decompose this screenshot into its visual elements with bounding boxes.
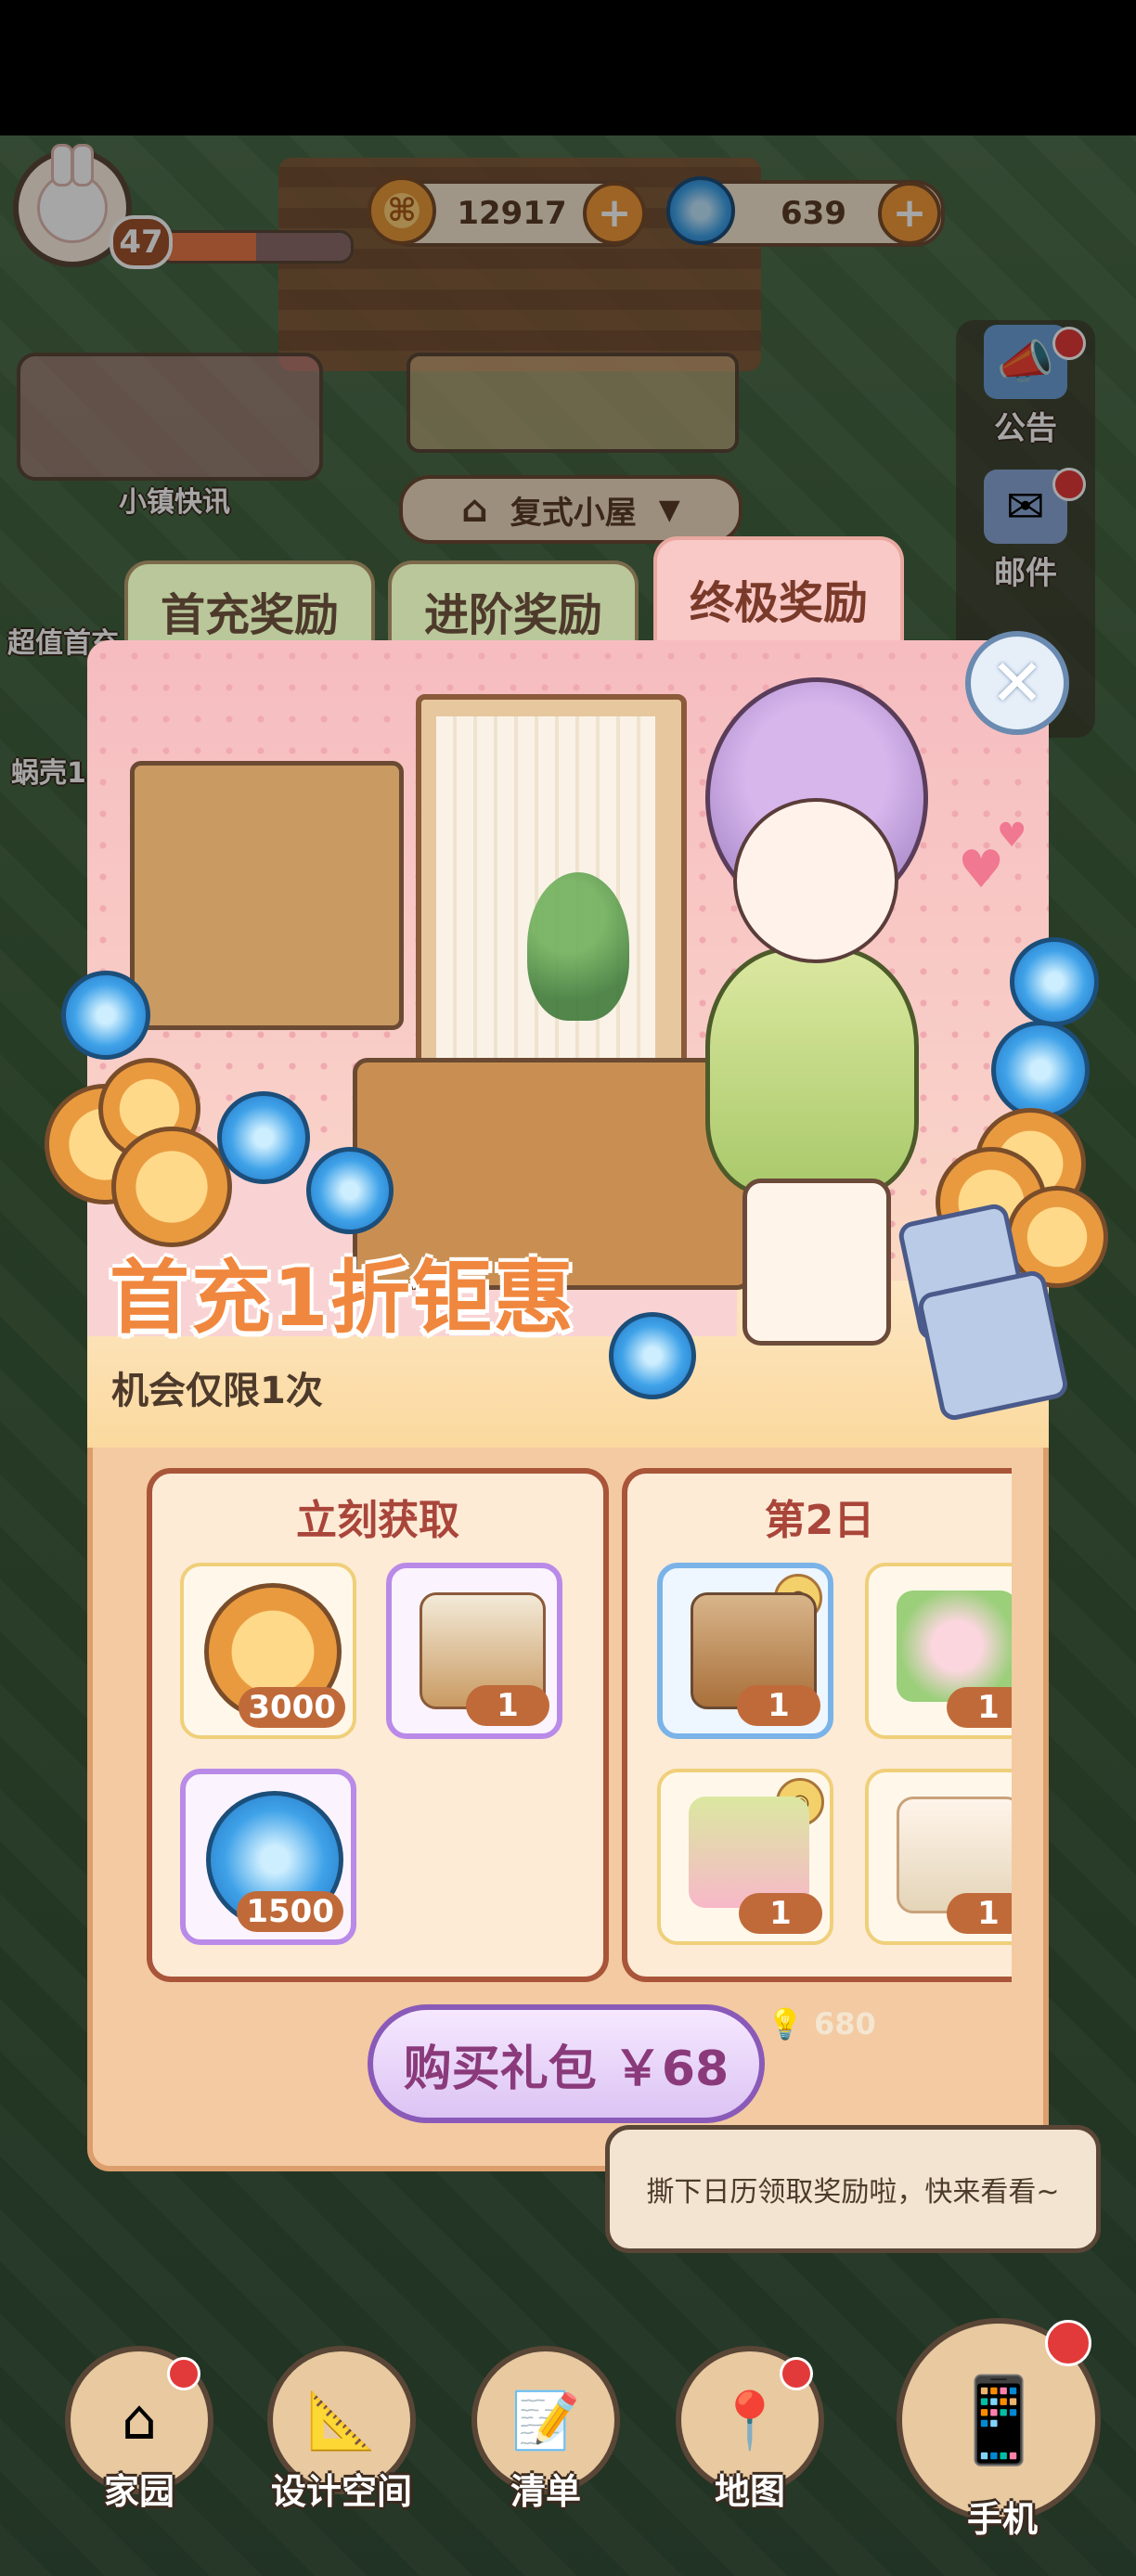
design-icon: 📐 (306, 2388, 377, 2454)
reward-item-coins[interactable]: 3000 (180, 1563, 356, 1739)
phone-icon: 📱 (946, 2371, 1052, 2469)
gem-decoration-icon (61, 971, 150, 1060)
status-bar (0, 0, 1136, 135)
close-button[interactable]: ✕ (965, 631, 1069, 735)
bonus-amount: 680 (813, 2006, 876, 2041)
reward-item-boots[interactable]: 1 (865, 1769, 1012, 1945)
item-count: 3000 (239, 1687, 345, 1728)
nav-map-label: 地图 (714, 2471, 785, 2512)
coin-decoration-icon (111, 1127, 232, 1247)
bonus-points: 💡 680 (767, 2006, 876, 2041)
nav-home-label: 家园 (103, 2471, 174, 2512)
character-dress (705, 947, 919, 1197)
gem-decoration-icon (306, 1147, 394, 1234)
character-face (733, 798, 898, 963)
flower-ornament-icon (897, 1591, 1012, 1702)
tab-ultimate[interactable]: 终极奖励 (653, 536, 904, 657)
promo-subtitle: 机会仅限1次 (111, 1370, 323, 1412)
item-count: 1 (947, 1893, 1012, 1934)
gem-decoration-icon (217, 1091, 310, 1184)
item-count: 1 (466, 1685, 549, 1726)
reward-panel-header: 第2日 (764, 1497, 875, 1544)
reward-item-hair-ornament[interactable]: 1 (865, 1563, 1012, 1739)
reward-item-shelf[interactable]: ◉ 1 (657, 1563, 833, 1739)
wooden-shelf-illustration (130, 761, 404, 1030)
reward-panel-header: 立刻获取 (296, 1497, 459, 1544)
nav-phone-label: 手机 (966, 2499, 1038, 2540)
gem-decoration-icon (1010, 937, 1099, 1026)
nav-phone-badge (1045, 2320, 1091, 2366)
blueprint-scroll-icon (915, 1268, 1071, 1423)
reward-panel-day2: 第2日 ◉ 1 1 ◉ 1 1 (622, 1468, 1012, 1982)
item-count: 1500 (237, 1891, 343, 1932)
reward-item-screen[interactable]: 1 (386, 1563, 562, 1739)
hanging-plant (527, 872, 629, 1021)
nav-home-badge (167, 2357, 200, 2390)
reward-item-gems[interactable]: 1500 (180, 1769, 356, 1945)
reward-item-dress[interactable]: ◉ 1 (657, 1769, 833, 1945)
list-icon: 📝 (510, 2388, 581, 2454)
buy-gift-pack-button[interactable]: 购买礼包 ￥68 (368, 2004, 765, 2123)
item-count: 1 (739, 1893, 822, 1934)
item-count: 1 (737, 1685, 820, 1726)
nav-list-label: 清单 (510, 2471, 581, 2512)
heart-small-icon: ♥ (997, 817, 1027, 855)
lightbulb-icon: 💡 (767, 2006, 804, 2041)
close-icon: ✕ (989, 645, 1045, 721)
home-icon: ⌂ (121, 2388, 158, 2453)
map-pin-icon: 📍 (715, 2388, 785, 2454)
promo-title: 首充1折钜惠 (110, 1252, 575, 1345)
item-count: 1 (947, 1687, 1012, 1728)
nav-map-badge (780, 2357, 813, 2390)
character-boots (742, 1179, 891, 1346)
reward-panel-immediate: 立刻获取 3000 1 1500 (147, 1468, 609, 1982)
calendar-tip-bubble[interactable]: 撕下日历领取奖励啦，快来看看~ (605, 2125, 1101, 2253)
nav-design-label: 设计空间 (270, 2471, 412, 2512)
dress-icon (689, 1797, 809, 1908)
gem-decoration-icon (991, 1021, 1090, 1119)
gem-decoration-icon (609, 1312, 696, 1399)
